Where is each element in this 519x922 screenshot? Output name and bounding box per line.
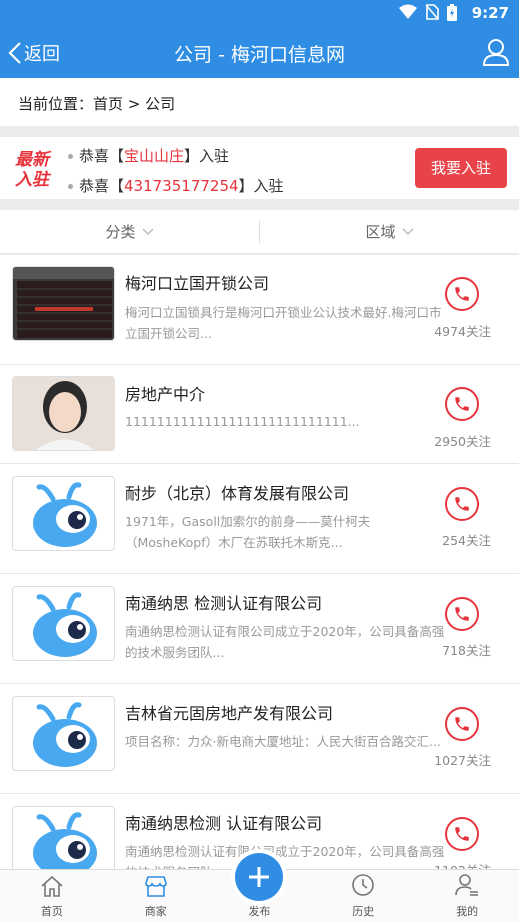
svg-text:最新: 最新 <box>15 150 52 170</box>
tab-shop[interactable]: 商家 <box>104 870 208 922</box>
phone-icon <box>455 607 469 621</box>
tab-label: 历史 <box>352 905 375 918</box>
tab-label: 我的 <box>456 905 479 918</box>
company-thumbnail <box>12 696 115 771</box>
home-icon <box>41 875 63 897</box>
company-description: 南通纳思检测认证有限公司成立于2020年，公司具备高强的技术服务团队... <box>125 844 445 869</box>
phone-icon <box>455 497 469 511</box>
category-filter[interactable]: 分类 <box>0 221 259 242</box>
call-button[interactable] <box>445 597 479 631</box>
ant-logo-icon <box>33 702 97 767</box>
phone-icon <box>455 827 469 841</box>
no-sim-icon <box>425 4 439 20</box>
company-description: 项目名称：力众·新电商大厦地址：人民大街百合路交汇... <box>125 734 441 749</box>
plus-icon <box>249 867 269 887</box>
news-company-name: 431735177254 <box>124 177 239 195</box>
tab-label: 首页 <box>40 905 63 918</box>
follow-count: 2950关注 <box>434 434 491 449</box>
call-button[interactable] <box>445 487 479 521</box>
company-thumbnail <box>12 376 115 451</box>
page-title: 公司 - 梅河口信息网 <box>174 44 345 66</box>
region-filter-label: 区域 <box>365 223 396 241</box>
status-time: 9:27 <box>471 4 509 22</box>
company-thumbnail <box>12 806 115 869</box>
svg-text:入驻: 入驻 <box>15 170 52 189</box>
company-description: 1111111111111111111111111111... <box>125 414 360 429</box>
bullet-dot <box>68 153 73 159</box>
tab-label: 商家 <box>144 905 167 918</box>
phone-icon <box>455 397 469 411</box>
company-name: 南通纳思 检测认证有限公司 <box>125 594 323 613</box>
tab-profile[interactable]: 我的 <box>415 870 519 922</box>
follow-count: 1027关注 <box>434 753 491 768</box>
follow-count: 4974关注 <box>434 324 491 339</box>
company-name: 吉林省元固房地产发有限公司 <box>125 704 334 723</box>
battery-icon <box>447 4 457 21</box>
list-item[interactable]: 耐步（北京）体育发展有限公司 1971年，Gasoll加索尔的前身——莫什柯夫（… <box>0 464 519 574</box>
company-thumbnail <box>12 586 115 661</box>
ant-logo-icon <box>33 592 97 657</box>
company-name: 梅河口立国开锁公司 <box>125 274 270 293</box>
status-icons <box>399 4 457 21</box>
ant-logo-icon <box>33 482 97 547</box>
list-item[interactable]: 吉林省元固房地产发有限公司 项目名称：力众·新电商大厦地址：人民大街百合路交汇.… <box>0 684 519 794</box>
company-description: 1971年，Gasoll加索尔的前身——莫什柯夫（MosheKopf）木厂在苏联… <box>125 514 371 550</box>
latest-join-logo: 最新 入驻 <box>15 150 52 189</box>
tab-history[interactable]: 历史 <box>311 870 415 922</box>
news-item[interactable]: 恭喜【 宝山山庄 】入驻 <box>68 141 284 171</box>
company-description: 梅河口立国锁具行是梅河口开锁业公认技术最好.梅河口市立国开锁公司... <box>125 305 442 341</box>
category-filter-label: 分类 <box>105 223 136 241</box>
company-thumbnail <box>12 266 115 341</box>
breadcrumb: 当前位置：首页 > 公司 <box>0 78 519 126</box>
company-list: 梅河口立国开锁公司 梅河口立国锁具行是梅河口开锁业公认技术最好.梅河口市立国开锁… <box>0 255 519 869</box>
bullet-dot <box>68 183 73 189</box>
shop-icon <box>144 876 167 897</box>
phone-icon <box>455 287 469 301</box>
user-icon <box>482 39 510 66</box>
call-button[interactable] <box>445 277 479 311</box>
news-item[interactable]: 恭喜【 431735177254 】入驻 <box>68 171 284 201</box>
follow-count: 1192关注 <box>434 860 491 869</box>
follow-count: 718关注 <box>442 643 491 658</box>
ant-logo-icon <box>33 812 97 869</box>
company-name: 耐步（北京）体育发展有限公司 <box>125 484 350 503</box>
call-button[interactable] <box>445 387 479 421</box>
list-item[interactable]: 梅河口立国开锁公司 梅河口立国锁具行是梅河口开锁业公认技术最好.梅河口市立国开锁… <box>0 255 519 365</box>
status-bar: 9:27 <box>0 0 519 28</box>
tab-label: 发布 <box>248 905 271 918</box>
user-button[interactable] <box>482 38 510 70</box>
news-company-name: 宝山山庄 <box>124 147 185 165</box>
company-thumbnail <box>12 476 115 551</box>
nav-bar: 返回 公司 - 梅河口信息网 <box>0 28 519 78</box>
phone-icon <box>455 717 469 731</box>
company-description: 南通纳思检测认证有限公司成立于2020年，公司具备高强的技术服务团队... <box>125 624 445 660</box>
call-button[interactable] <box>445 817 479 851</box>
news-ticker: 最新 入驻 恭喜【 宝山山庄 】入驻 恭喜【 431735177254 】入驻 … <box>0 137 519 199</box>
company-name: 南通纳思检测 认证有限公司 <box>125 814 323 833</box>
list-item[interactable]: 南通纳思 检测认证有限公司 南通纳思检测认证有限公司成立于2020年，公司具备高… <box>0 574 519 684</box>
tab-home[interactable]: 首页 <box>0 870 104 922</box>
company-name: 房地产中介 <box>125 385 206 404</box>
list-item[interactable]: 房地产中介 1111111111111111111111111111... 29… <box>0 365 519 464</box>
user-list-icon <box>455 874 479 896</box>
wifi-icon <box>399 4 417 19</box>
chevron-down-icon <box>142 228 153 235</box>
publish-button[interactable] <box>235 853 283 901</box>
join-button[interactable]: 我要入驻 <box>415 148 507 188</box>
region-filter[interactable]: 区域 <box>260 221 519 242</box>
follow-count: 254关注 <box>442 533 491 548</box>
call-button[interactable] <box>445 707 479 741</box>
filter-bar: 分类 区域 <box>0 210 519 254</box>
chevron-down-icon <box>402 228 413 235</box>
clock-icon <box>352 874 375 896</box>
